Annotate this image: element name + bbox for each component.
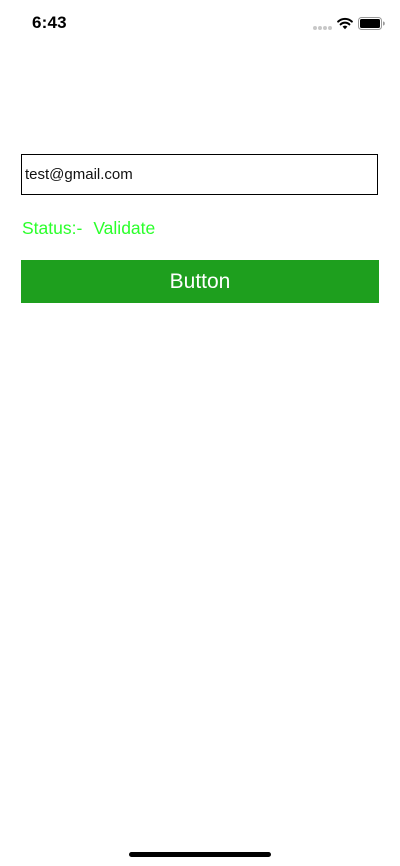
status-time: 6:43: [32, 13, 67, 32]
status-label: Status:-: [22, 218, 83, 238]
signal-dots-icon: [313, 26, 333, 30]
validate-button[interactable]: Button: [21, 260, 379, 303]
home-indicator[interactable]: [129, 852, 271, 857]
status-row: Status:- Validate: [22, 218, 155, 239]
battery-icon: [358, 17, 385, 30]
wifi-icon: [337, 17, 353, 30]
status-bar: 6:43: [0, 0, 400, 48]
status-value: Validate: [93, 218, 156, 238]
email-field[interactable]: [21, 154, 378, 195]
